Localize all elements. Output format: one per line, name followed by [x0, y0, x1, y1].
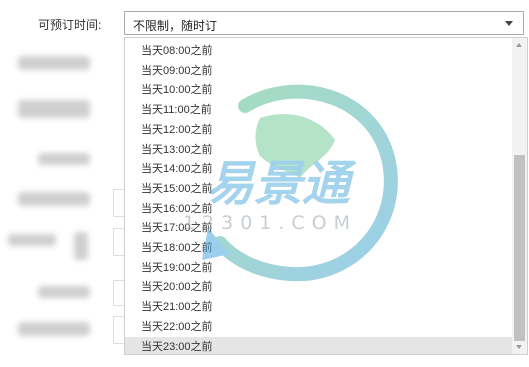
dropdown-option[interactable]: 当天08:00之前: [125, 41, 512, 61]
dropdown-option[interactable]: 当天19:00之前: [125, 258, 512, 278]
dropdown-option[interactable]: 当天20:00之前: [125, 277, 512, 297]
booking-time-label: 可预订时间:: [38, 18, 102, 32]
blurred-label: [18, 192, 90, 206]
dropdown-option[interactable]: 当天21:00之前: [125, 297, 512, 317]
blurred-label: [18, 322, 90, 336]
blurred-label: [38, 286, 90, 298]
booking-time-select-value: 不限制，随时订: [133, 19, 218, 33]
scroll-down-arrow-icon[interactable]: [516, 345, 522, 349]
blurred-label: [74, 232, 88, 260]
dropdown-option-highlighted[interactable]: 当天23:00之前: [125, 336, 512, 354]
dropdown-option[interactable]: 当天10:00之前: [125, 80, 512, 100]
dropdown-option[interactable]: 当天14:00之前: [125, 159, 512, 179]
blurred-label: [8, 234, 56, 246]
blurred-label: [18, 56, 90, 70]
dropdown-option[interactable]: 当天11:00之前: [125, 100, 512, 120]
scroll-up-arrow-icon[interactable]: [516, 43, 522, 47]
dropdown-option[interactable]: 当天18:00之前: [125, 238, 512, 258]
dropdown-option[interactable]: 当天15:00之前: [125, 179, 512, 199]
dropdown-option[interactable]: 当天12:00之前: [125, 120, 512, 140]
blurred-label: [38, 153, 90, 165]
dropdown-option[interactable]: 当天13:00之前: [125, 140, 512, 160]
dropdown-option[interactable]: 当天17:00之前: [125, 218, 512, 238]
dropdown-option[interactable]: 当天16:00之前: [125, 199, 512, 219]
booking-time-dropdown[interactable]: 当天08:00之前 当天09:00之前 当天10:00之前 当天11:00之前 …: [124, 37, 528, 355]
dropdown-option[interactable]: 当天09:00之前: [125, 61, 512, 81]
dropdown-scrollbar[interactable]: [512, 38, 527, 354]
chevron-down-icon[interactable]: [505, 21, 513, 26]
booking-time-select[interactable]: 不限制，随时订: [124, 11, 524, 35]
dropdown-option[interactable]: 当天22:00之前: [125, 317, 512, 337]
scrollbar-thumb[interactable]: [514, 155, 525, 341]
blurred-label: [18, 100, 90, 118]
